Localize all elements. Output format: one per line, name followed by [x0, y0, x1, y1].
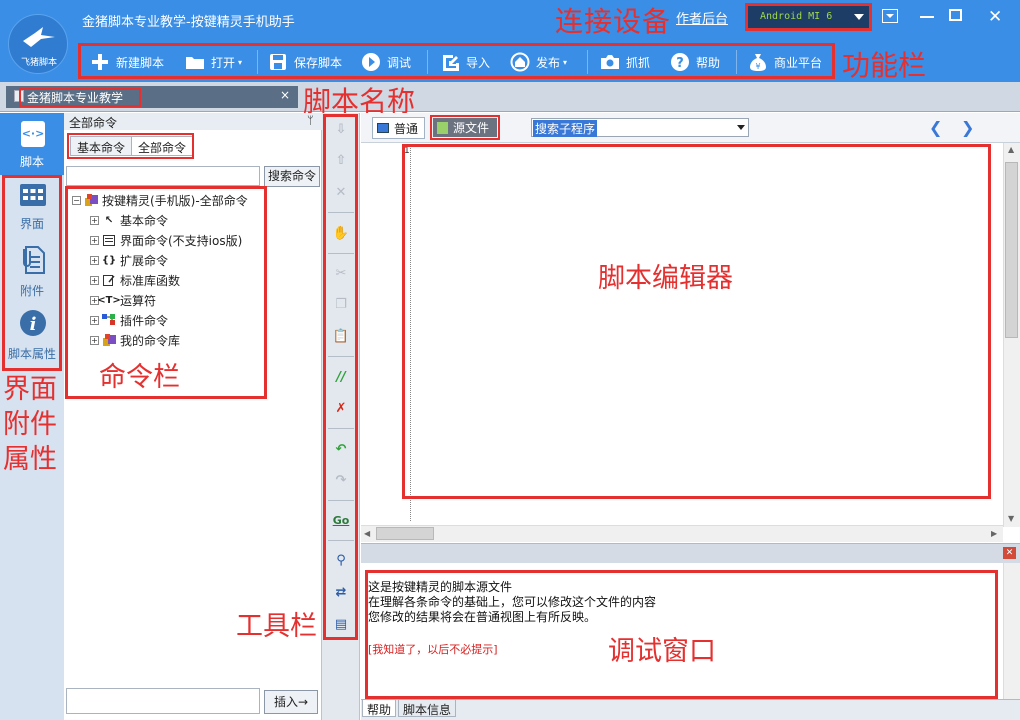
tab-script-info[interactable]: 脚本信息	[398, 699, 456, 717]
close-tab-icon[interactable]: ×	[280, 88, 290, 102]
tab-help[interactable]: 帮助	[362, 699, 396, 717]
annotation-editor-box	[402, 144, 991, 499]
maximize-button[interactable]	[949, 9, 962, 21]
annotation-toolbar: 工具栏	[236, 604, 317, 643]
editor-horizontal-scrollbar[interactable]: ◀ ▶	[361, 525, 1003, 542]
annotation-function-bar: 功能栏	[842, 44, 926, 84]
scroll-down-icon[interactable]: ▼	[1008, 514, 1014, 523]
pin-icon[interactable]: ᛘ	[307, 114, 314, 127]
search-command-button[interactable]: 搜索命令	[264, 166, 320, 187]
insert-button[interactable]: 插入→	[264, 690, 318, 714]
window-menu-button[interactable]	[882, 9, 898, 23]
command-panel-title: 全部命令	[69, 114, 117, 131]
bottom-tab-strip	[361, 699, 1020, 720]
nav-script-label: 脚本	[0, 153, 64, 170]
window-title: 金猪脚本专业教学-按键精灵手机助手	[82, 11, 295, 30]
forward-arrow-icon[interactable]: ❯	[961, 118, 974, 137]
device-select[interactable]: Android MI 6	[748, 6, 869, 28]
back-arrow-icon[interactable]: ❮	[929, 118, 942, 137]
annotation-script-editor: 脚本编辑器	[598, 256, 733, 295]
annotation-connect-device: 连接设备	[555, 0, 671, 40]
annotation-command-tabs-box	[67, 133, 194, 159]
scroll-right-icon[interactable]: ▶	[991, 529, 997, 538]
debug-window-header	[361, 543, 1020, 563]
annotation-function-bar-box	[78, 43, 835, 79]
editor-vertical-scroll-thumb[interactable]	[1005, 162, 1018, 338]
normal-view-icon	[377, 123, 389, 133]
annotation-device-box: Android MI 6	[745, 3, 872, 31]
annotation-source-box	[430, 115, 500, 140]
logo-text: 飞猪脚本	[9, 55, 69, 68]
author-backend-link[interactable]: 作者后台	[676, 8, 728, 27]
flying-pig-icon	[21, 25, 57, 49]
mode-normal-label: 普通	[394, 120, 418, 137]
scroll-up-icon[interactable]: ▲	[1008, 145, 1014, 154]
editor-horizontal-scroll-thumb[interactable]	[376, 527, 434, 540]
debug-vertical-scrollbar[interactable]	[1003, 563, 1020, 699]
annotation-toolbar-box	[323, 114, 358, 640]
annotation-debug-window: 调试窗口	[608, 629, 716, 668]
command-search-input[interactable]	[66, 166, 260, 186]
insert-input[interactable]	[66, 688, 260, 714]
scroll-left-icon[interactable]: ◀	[364, 529, 370, 538]
mode-normal-button[interactable]: 普通	[372, 117, 425, 139]
close-icon[interactable]: ✕	[1003, 547, 1016, 559]
app-logo: 飞猪脚本	[8, 14, 68, 74]
annotation-script-name-box	[19, 88, 141, 107]
chevron-down-icon[interactable]	[737, 125, 745, 130]
chevron-down-icon[interactable]	[854, 14, 864, 20]
subroutine-search-text: 搜索子程序	[533, 120, 597, 137]
annotation-command-bar: 命令栏	[99, 355, 180, 394]
script-icon: <·>	[21, 121, 45, 147]
annotation-interface-attachment-properties: 界面 附件 属性	[3, 372, 63, 477]
minimize-button[interactable]	[920, 16, 934, 18]
close-window-button[interactable]: ✕	[988, 7, 1002, 27]
annotation-nav-box	[2, 175, 62, 371]
